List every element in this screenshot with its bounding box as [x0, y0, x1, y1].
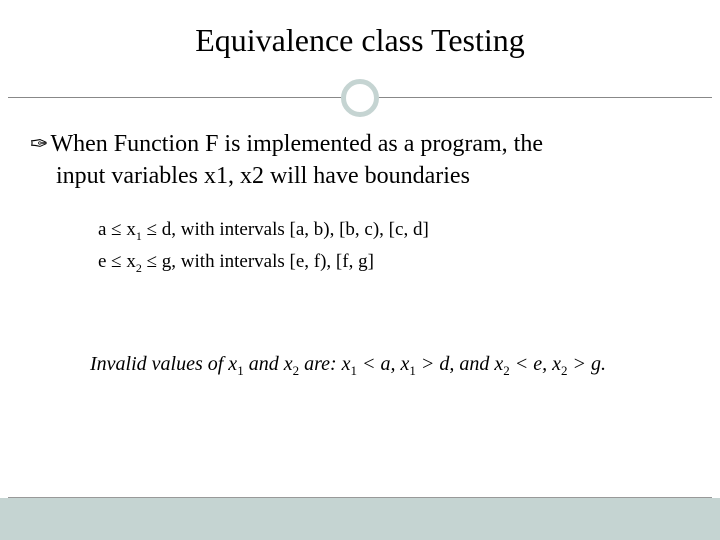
math-text: Invalid values of x	[90, 353, 237, 375]
math-text: < e, x	[510, 353, 561, 375]
bullet-icon: ✑	[30, 129, 48, 159]
content-area: ✑ When Function F is implemented as a pr…	[0, 119, 720, 385]
bullet-text-line2: input variables x1, x2 will have boundar…	[56, 161, 690, 191]
math-text: and x	[244, 353, 293, 375]
math-text: > g.	[568, 353, 607, 375]
math-text: ≤ g, with intervals [e, f), [f, g]	[142, 251, 374, 272]
slide-title: Equivalence class Testing	[0, 0, 720, 73]
invalid-values-block: Invalid values of x1 and x2 are: x1 < a,…	[80, 347, 650, 385]
math-text: are: x	[299, 353, 350, 375]
footer-bar	[0, 498, 720, 540]
math-text: e ≤ x	[98, 251, 136, 272]
math-line-2: e ≤ x2 ≤ g, with intervals [e, f), [f, g…	[98, 249, 640, 281]
math-text: a ≤ x	[98, 219, 136, 240]
circle-decoration-icon	[341, 79, 379, 117]
math-text: ≤ d, with intervals [a, b), [b, c), [c, …	[142, 219, 429, 240]
bullet-item: ✑ When Function F is implemented as a pr…	[30, 129, 690, 159]
title-divider	[0, 79, 720, 119]
bullet-text-line1: When Function F is implemented as a prog…	[50, 129, 543, 159]
math-line-1: a ≤ x1 ≤ d, with intervals [a, b), [b, c…	[98, 217, 640, 249]
slide-container: Equivalence class Testing ✑ When Functio…	[0, 0, 720, 540]
math-text: > d, and x	[416, 353, 503, 375]
math-intervals-block: a ≤ x1 ≤ d, with intervals [a, b), [b, c…	[88, 209, 650, 289]
math-text: < a, x	[357, 353, 409, 375]
